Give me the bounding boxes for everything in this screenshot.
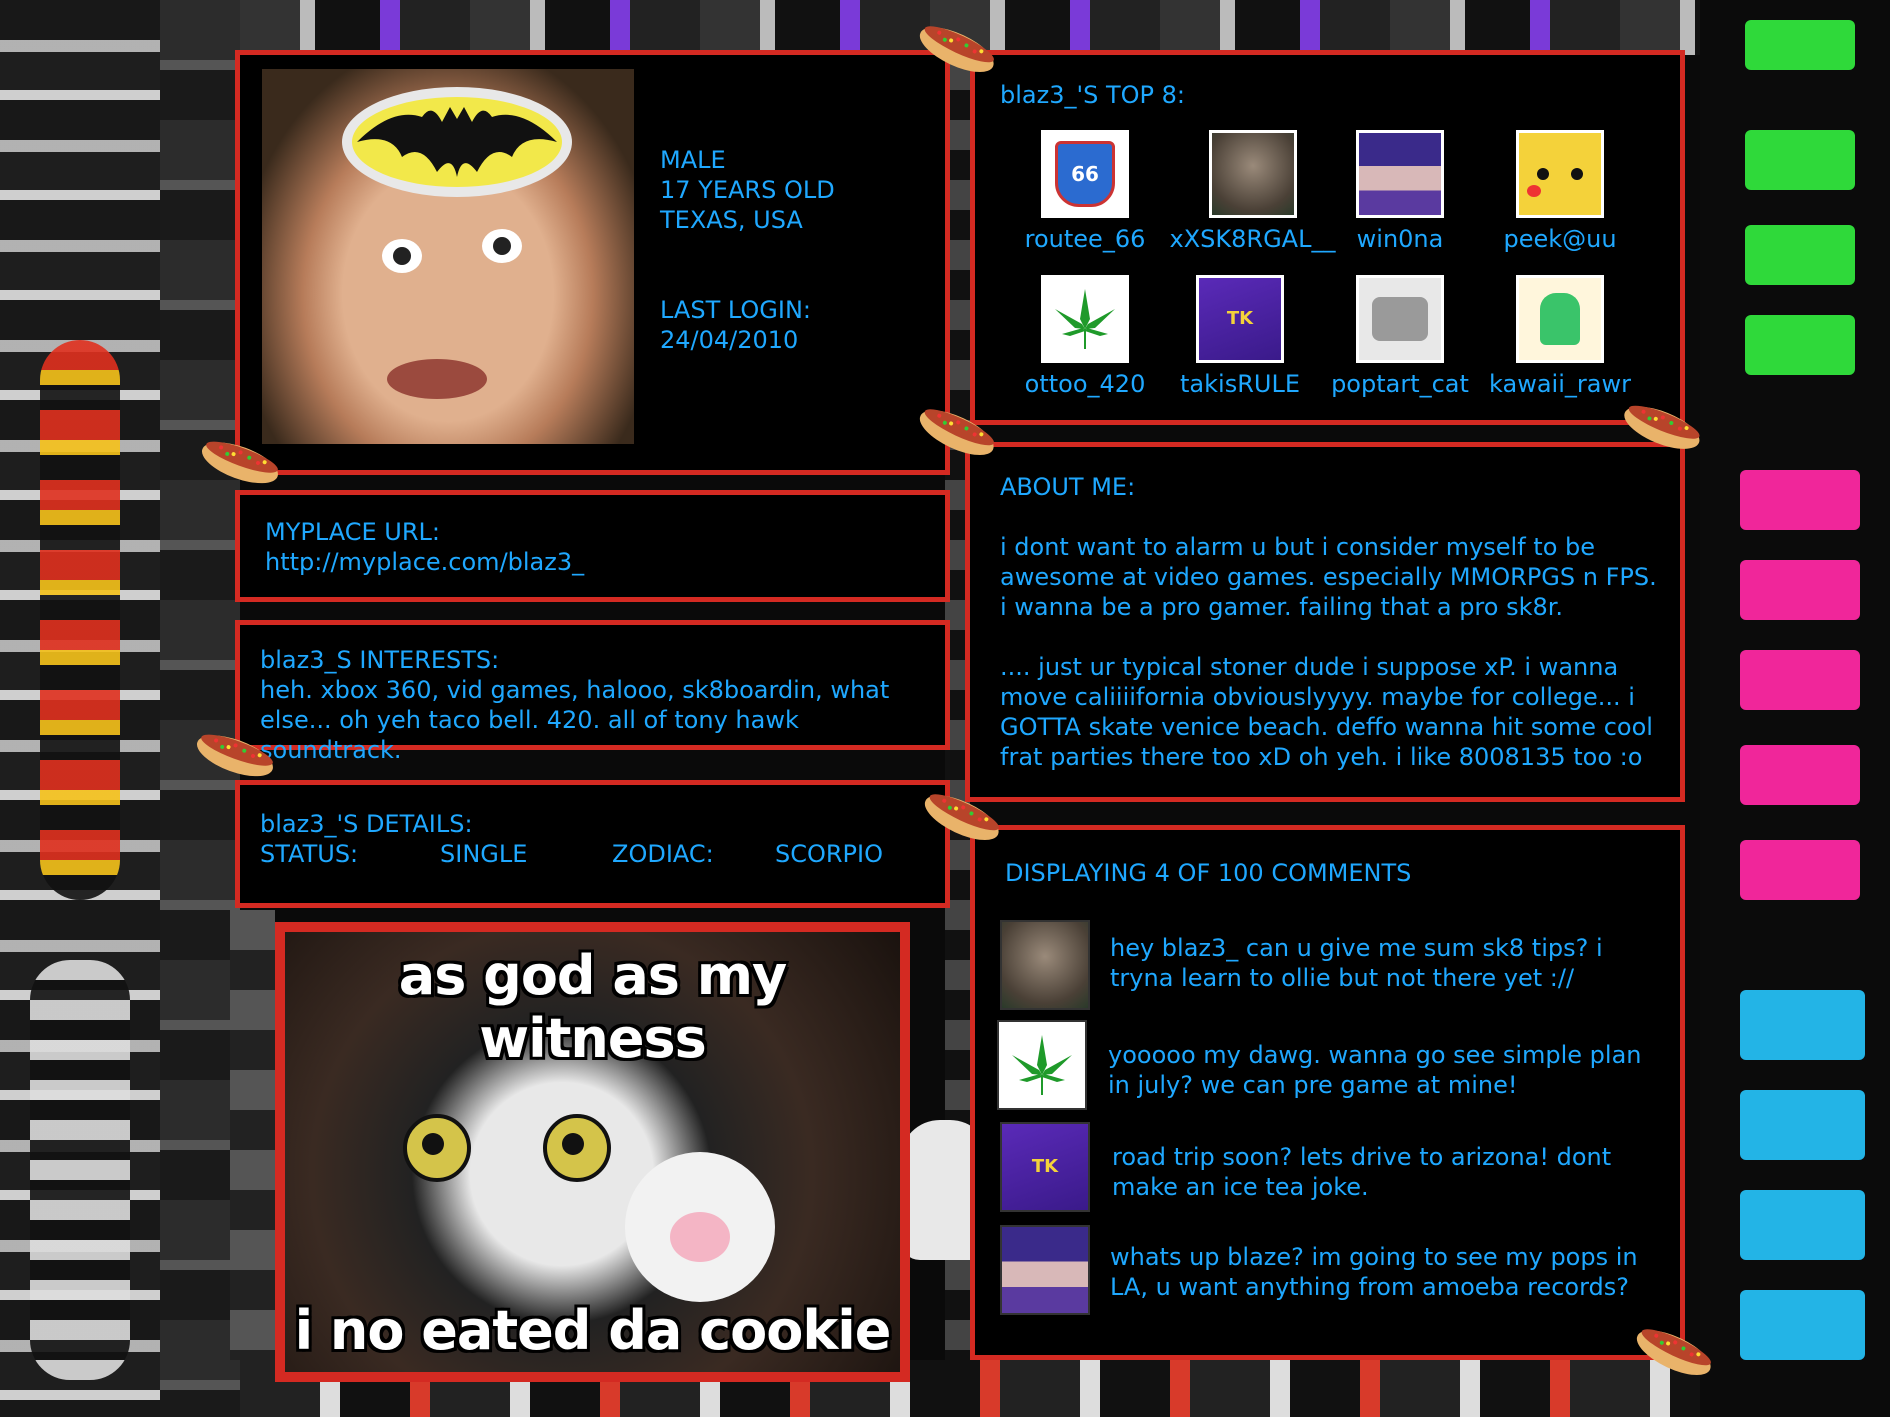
top8-title: blaz3_'S TOP 8: <box>1000 81 1185 109</box>
comments-panel: DISPLAYING 4 OF 100 COMMENTS hey blaz3_ … <box>970 825 1685 1360</box>
dino-pixel-icon <box>1516 275 1604 363</box>
last-login-date: 24/04/2010 <box>660 326 799 354</box>
friend-name: kawaii_rawr <box>1489 370 1631 398</box>
girl-photo-icon[interactable] <box>1000 920 1090 1010</box>
zodiac-value: SCORPIO <box>775 840 883 868</box>
emo-girl-icon <box>1356 130 1444 218</box>
weed-leaf-icon <box>1041 275 1129 363</box>
friend-xxsk8rgal[interactable]: xXSK8RGAL__ <box>1165 130 1340 254</box>
friend-poptart-cat[interactable]: poptart_cat <box>1320 275 1480 399</box>
girl-photo-icon <box>1208 130 1297 218</box>
meme-image[interactable]: as god as my witness i no eated da cooki… <box>275 922 910 1382</box>
status-label: STATUS: <box>260 840 359 868</box>
friend-name: takisRULE <box>1180 370 1300 398</box>
meme-top-caption: as god as my witness <box>398 944 787 1070</box>
pikachu-icon <box>1516 130 1604 218</box>
interests-panel: blaz3_S INTERESTS: heh. xbox 360, vid ga… <box>235 620 950 764</box>
takis-bag-icon[interactable]: TK <box>1000 1122 1090 1212</box>
about-me-panel: ABOUT ME: i dont want to alarm u but i c… <box>965 442 1685 802</box>
interests-text: heh. xbox 360, vid games, halooo, sk8boa… <box>260 676 890 764</box>
comment-text: road trip soon? lets drive to arizona! d… <box>1112 1143 1612 1201</box>
profile-panel: MALE 17 YEARS OLD TEXAS, USA LAST LOGIN:… <box>235 50 950 475</box>
friend-name: poptart_cat <box>1331 370 1469 398</box>
meme-bottom-caption: i no eated da cookie <box>294 1299 892 1362</box>
zodiac-label: ZODIAC: <box>612 840 714 868</box>
friend-takisrule[interactable]: TK takisRULE <box>1170 275 1310 399</box>
comment-text: hey blaz3_ can u give me sum sk8 tips? i… <box>1110 934 1603 992</box>
profile-url-link[interactable]: http://myplace.com/blaz3_ <box>265 547 584 577</box>
emo-girl-icon[interactable] <box>1000 1225 1090 1315</box>
friend-name: peek@uu <box>1503 225 1617 253</box>
myplace-url-panel: MYPLACE URL: http://myplace.com/blaz3_ <box>235 490 950 602</box>
friend-peekuu[interactable]: peek@uu <box>1490 130 1630 254</box>
friend-ottoo-420[interactable]: ottoo_420 <box>1015 275 1155 399</box>
location-text: TEXAS, USA <box>660 206 803 234</box>
friend-name: routee_66 <box>1024 225 1146 253</box>
cat-pixel-icon <box>1356 275 1444 363</box>
cat-eye-left <box>403 1114 471 1182</box>
details-label: blaz3_'S DETAILS: <box>260 810 473 838</box>
profile-photo[interactable] <box>262 69 634 444</box>
batman-logo-icon <box>342 87 572 197</box>
interests-label: blaz3_S INTERESTS: <box>260 646 500 674</box>
about-paragraph-1: i dont want to alarm u but i consider my… <box>1000 533 1657 621</box>
route-66-sign-icon: 66 <box>1041 130 1129 218</box>
friend-kawaii-rawr[interactable]: kawaii_rawr <box>1475 275 1645 399</box>
cat-eye-right <box>543 1114 611 1182</box>
cat-paw <box>625 1152 775 1302</box>
comments-title: DISPLAYING 4 OF 100 COMMENTS <box>1005 859 1412 887</box>
takis-bag-icon: TK <box>1196 275 1284 363</box>
age-text: 17 YEARS OLD <box>660 176 835 204</box>
friend-name: ottoo_420 <box>1024 370 1146 398</box>
top8-panel: blaz3_'S TOP 8: 66 routee_66 xXSK8RGAL__… <box>970 50 1685 425</box>
comment-text: whats up blaze? im going to see my pops … <box>1110 1243 1638 1301</box>
about-title: ABOUT ME: <box>1000 473 1136 501</box>
last-login-label: LAST LOGIN: <box>660 296 811 324</box>
about-paragraph-2: .... just ur typical stoner dude i suppo… <box>1000 653 1653 771</box>
friend-name: win0na <box>1356 225 1444 253</box>
friend-win0na[interactable]: win0na <box>1330 130 1470 254</box>
details-panel: blaz3_'S DETAILS: STATUS: SINGLE ZODIAC:… <box>235 780 950 908</box>
weed-leaf-icon[interactable] <box>997 1020 1087 1110</box>
url-label: MYPLACE URL: <box>265 518 441 546</box>
gender-text: MALE <box>660 146 726 174</box>
status-value: SINGLE <box>440 840 528 868</box>
friend-routee-66[interactable]: 66 routee_66 <box>1015 130 1155 254</box>
comment-text: yooooo my dawg. wanna go see simple plan… <box>1108 1041 1642 1099</box>
friend-name: xXSK8RGAL__ <box>1169 225 1336 253</box>
